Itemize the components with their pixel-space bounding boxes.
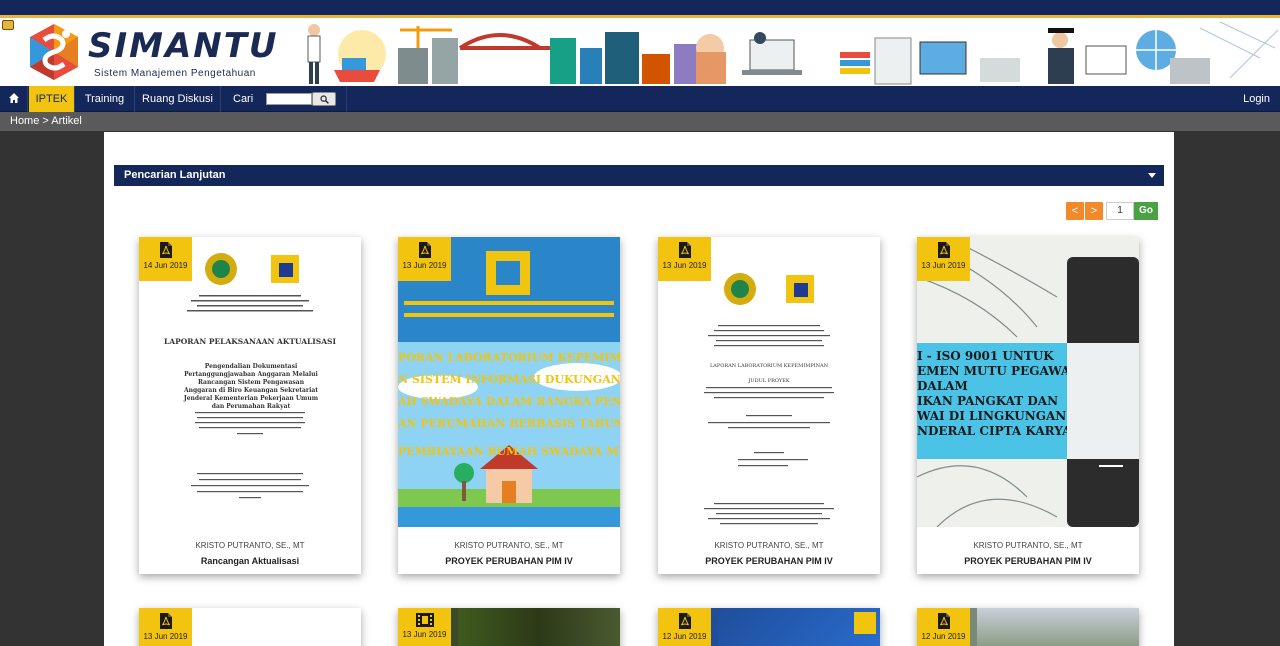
article-date: 12 Jun 2019 (662, 632, 707, 641)
nav-iptek[interactable]: IPTEK (29, 86, 75, 112)
date-badge: 13 Jun 2019 (658, 237, 711, 281)
content-panel: Pencarian Lanjutan < > 1 Go LAPORAN PELA… (104, 132, 1174, 646)
article-author: KRISTO PUTRANTO, SE., MT (454, 541, 564, 550)
document-title-lines: PORAN LABORATORIUM KEPEMIMPINA N SISTEM … (398, 347, 620, 463)
document-title-line: AN PERUMAHAN BERBASIS TABUNGAN (398, 417, 620, 430)
document-heading: LAPORAN PELAKSANAAN AKTUALISASI (164, 337, 336, 346)
card-meta: KRISTO PUTRANTO, SE., MT PROYEK PERUBAHA… (917, 527, 1139, 574)
card-meta: KRISTO PUTRANTO, SE., MT Rancangan Aktua… (139, 527, 361, 574)
pdf-icon (678, 613, 691, 629)
article-card[interactable]: 12 Jun 2019 (917, 608, 1139, 646)
photo-thumbnail[interactable] (977, 608, 1139, 646)
search-input[interactable] (266, 93, 312, 105)
article-card[interactable]: LAPORAN LABORATORIUM KEPEMIMPINAN JUDUL … (658, 237, 880, 574)
document-title-line: I - ISO 9001 UNTUK (917, 349, 1054, 363)
article-card[interactable]: PORAN LABORATORIUM KEPEMIMPINA N SISTEM … (398, 237, 620, 574)
article-title[interactable]: PROYEK PERUBAHAN PIM IV (398, 556, 620, 566)
article-card[interactable]: I - ISO 9001 UNTUK EMEN MUTU PEGAWAI DAL… (917, 237, 1139, 574)
date-badge: 12 Jun 2019 (917, 608, 970, 646)
article-author: KRISTO PUTRANTO, SE., MT (973, 541, 1083, 550)
document-title-lines: I - ISO 9001 UNTUK EMEN MUTU PEGAWAI DAL… (917, 349, 1067, 439)
pdf-icon (418, 242, 431, 258)
pdf-icon (937, 242, 950, 258)
document-title-line: EMEN MUTU PEGAWAI (917, 364, 1067, 378)
pagination-go-button[interactable]: Go (1134, 202, 1158, 220)
article-card[interactable]: LAPORAN PELAKSANAAN AKTUALISASI Pengenda… (139, 237, 361, 574)
pdf-icon (159, 613, 172, 629)
article-title[interactable]: PROYEK PERUBAHAN PIM IV (658, 556, 880, 566)
document-thumbnail[interactable] (718, 608, 880, 646)
article-date: 13 Jun 2019 (402, 261, 447, 270)
folder-icon[interactable] (2, 20, 14, 30)
document-title-line: WAI DI LINGKUNGAN (917, 409, 1067, 423)
date-badge: 13 Jun 2019 (398, 237, 451, 281)
article-date: 12 Jun 2019 (921, 632, 966, 641)
article-date: 14 Jun 2019 (143, 261, 188, 270)
home-icon (8, 93, 19, 104)
pdf-icon (678, 242, 691, 258)
nav-training[interactable]: Training (75, 86, 135, 112)
login-link[interactable]: Login (1243, 86, 1270, 112)
article-card[interactable]: 13 Jun 2019 (139, 608, 361, 646)
date-badge: 12 Jun 2019 (658, 608, 711, 646)
card-meta: KRISTO PUTRANTO, SE., MT PROYEK PERUBAHA… (398, 527, 620, 574)
article-author: KRISTO PUTRANTO, SE., MT (714, 541, 824, 550)
pu-logo-icon (854, 612, 876, 634)
date-badge: 13 Jun 2019 (917, 237, 970, 281)
page-number-input[interactable]: 1 (1106, 202, 1134, 220)
document-subtitle: Pengendalian Dokumentasi Pertanggungjawa… (183, 363, 319, 410)
film-icon (415, 613, 434, 627)
advanced-search-label: Pencarian Lanjutan (124, 169, 226, 181)
article-card[interactable]: 12 Jun 2019 (658, 608, 880, 646)
breadcrumb[interactable]: Home > Artikel (10, 115, 82, 127)
document-title-line: IKAN PANGKAT DAN (917, 394, 1059, 408)
document-title-line: AH SWADAYA DALAM RANGKA PENYALU (398, 395, 620, 408)
pagination-next-button[interactable]: > (1085, 202, 1103, 220)
site-banner: SIMANTU Sistem Manajemen Pengetahuan (0, 18, 1280, 86)
document-title-line: PEMBIAYAAN RUMAH SWADAYA MELA (398, 445, 620, 458)
breadcrumb-bar: Home > Artikel (0, 112, 1280, 131)
date-badge: 13 Jun 2019 (139, 608, 192, 646)
date-badge: 14 Jun 2019 (139, 237, 192, 281)
article-author: KRISTO PUTRANTO, SE., MT (195, 541, 305, 550)
document-heading: LAPORAN LABORATORIUM KEPEMIMPINAN (709, 363, 829, 369)
document-subtitle: JUDUL PROYEK (748, 378, 790, 384)
article-date: 13 Jun 2019 (662, 261, 707, 270)
nav-home[interactable] (0, 86, 28, 112)
document-title-line: DALAM (917, 379, 968, 393)
search-icon (319, 95, 329, 104)
top-strip (0, 0, 1280, 18)
article-title[interactable]: PROYEK PERUBAHAN PIM IV (917, 556, 1139, 566)
search-label: Cari (233, 93, 254, 105)
pdf-icon (159, 242, 172, 258)
document-title-line: NDERAL CIPTA KARYA (917, 424, 1067, 438)
document-title-line: PORAN LABORATORIUM KEPEMIMPINA (398, 351, 620, 364)
banner-illustration (300, 18, 1280, 86)
article-card[interactable]: 13 Jun 2019 (398, 608, 620, 646)
article-date: 13 Jun 2019 (143, 632, 188, 641)
caret-down-icon (1148, 173, 1156, 178)
document-title-line: N SISTEM INFORMASI DUKUNGAN KR (398, 373, 620, 386)
search-button[interactable] (312, 92, 336, 106)
article-date: 13 Jun 2019 (921, 261, 966, 270)
article-date: 13 Jun 2019 (402, 630, 447, 639)
pdf-icon (937, 613, 950, 629)
article-title[interactable]: Rancangan Aktualisasi (139, 556, 361, 566)
pagination-prev-button[interactable]: < (1066, 202, 1084, 220)
video-thumbnail[interactable] (458, 608, 620, 646)
nav-ruang-diskusi[interactable]: Ruang Diskusi (135, 86, 221, 112)
card-meta: KRISTO PUTRANTO, SE., MT PROYEK PERUBAHA… (658, 527, 880, 574)
advanced-search-toggle[interactable]: Pencarian Lanjutan (114, 165, 1164, 186)
date-badge: 13 Jun 2019 (398, 608, 451, 646)
simantu-logo-icon[interactable] (26, 22, 82, 82)
main-navbar: IPTEK Training Ruang Diskusi Cari Login (0, 86, 1280, 112)
brand-tagline: Sistem Manajemen Pengetahuan (94, 68, 256, 79)
brand-name[interactable]: SIMANTU (88, 28, 279, 64)
